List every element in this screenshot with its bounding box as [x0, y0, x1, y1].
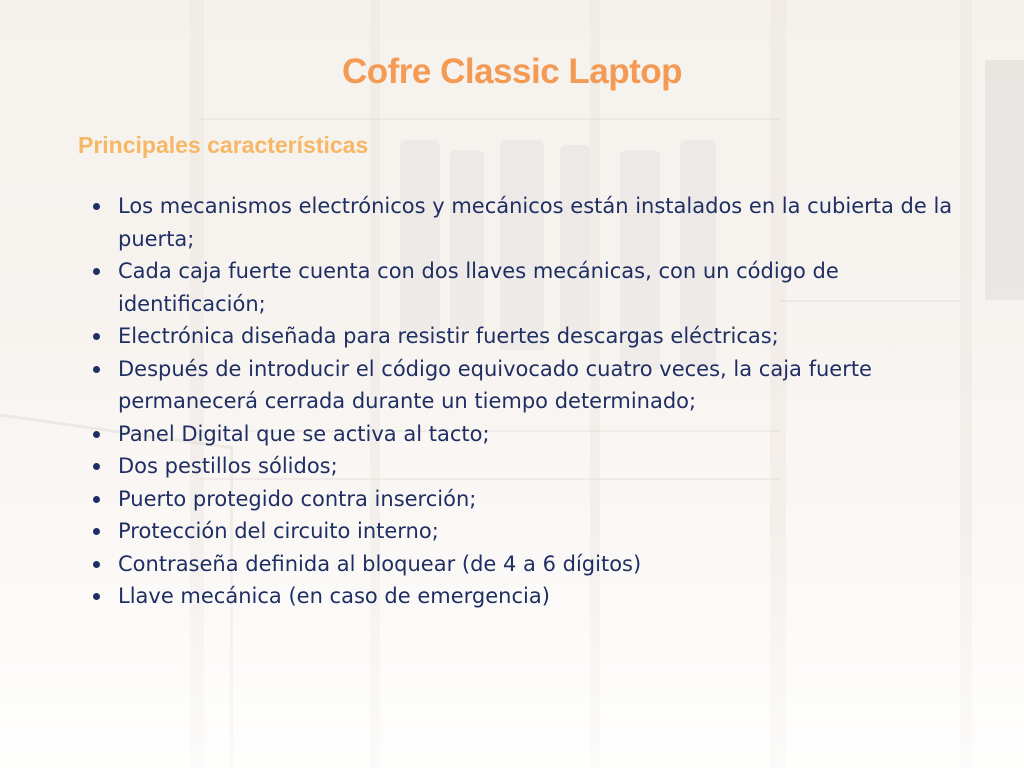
feature-item: Electrónica diseñada para resistir fuert…: [93, 320, 968, 353]
feature-list: Los mecanismos electrónicos y mecánicos …: [88, 190, 968, 613]
bullet-icon: [93, 463, 100, 470]
feature-text: Panel Digital que se activa al tacto;: [118, 421, 490, 446]
bullet-icon: [93, 593, 100, 600]
bullet-icon: [93, 333, 100, 340]
feature-item: Protección del circuito interno;: [93, 515, 968, 548]
slide-title: Cofre Classic Laptop: [341, 52, 683, 91]
bullet-icon: [93, 430, 100, 438]
feature-text: Protección del circuito interno;: [118, 519, 439, 543]
slide-content: Cofre Classic Laptop Principales caracte…: [0, 0, 1024, 768]
feature-item: Cada caja fuerte cuenta con dos llaves m…: [93, 255, 968, 320]
feature-item: Llave mecánica (en caso de emergencia): [93, 580, 968, 613]
feature-item: Los mecanismos electrónicos y mecánicos …: [93, 190, 968, 255]
bullet-icon: [93, 268, 100, 275]
feature-text: Después de introducir el código equivoca…: [118, 356, 872, 414]
feature-text: Dos pestillos sólidos;: [118, 454, 338, 478]
section-subtitle: Principales características: [78, 132, 369, 158]
bullet-icon: [93, 203, 100, 210]
feature-text: Llave mecánica (en caso de emergencia): [118, 584, 550, 608]
feature-text: Los mecanismos electrónicos y mecánicos …: [118, 194, 953, 251]
feature-text: Puerto protegido contra inserción;: [118, 486, 477, 511]
feature-item: Panel Digital que se activa al tacto;: [93, 418, 968, 451]
bullet-icon: [93, 495, 100, 503]
feature-item: Dos pestillos sólidos;: [93, 450, 968, 483]
bullet-icon: [93, 528, 100, 535]
bullet-icon: [93, 560, 100, 568]
feature-item: Contraseña definida al bloquear (de 4 a …: [93, 548, 968, 581]
bullet-icon: [93, 365, 100, 373]
feature-text: Cada caja fuerte cuenta con dos llaves m…: [118, 259, 839, 316]
feature-item: Después de introducir el código equivoca…: [93, 353, 968, 418]
feature-item: Puerto protegido contra inserción;: [93, 483, 968, 516]
feature-text: Electrónica diseñada para resistir fuert…: [118, 324, 779, 348]
feature-text: Contraseña definida al bloquear (de 4 a …: [118, 551, 642, 576]
